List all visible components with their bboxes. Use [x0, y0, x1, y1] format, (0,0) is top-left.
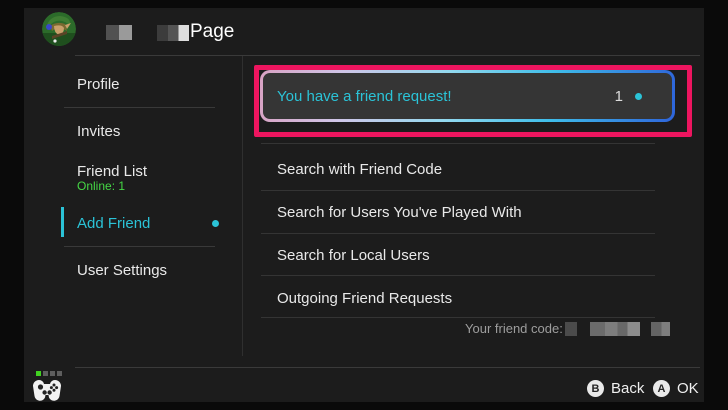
friend-code-row: Your friend code:: [465, 319, 670, 337]
menu-item-outgoing-requests[interactable]: Outgoing Friend Requests: [277, 290, 452, 307]
menu-divider: [261, 233, 655, 234]
sidebar-main-divider: [242, 56, 243, 356]
controller-player-slots: [36, 371, 62, 376]
profile-avatar[interactable]: [42, 12, 76, 46]
ok-button-label: OK: [677, 380, 699, 397]
a-button-icon: A: [653, 380, 670, 397]
friend-request-notification[interactable]: You have a friend request! 1: [260, 70, 675, 122]
sidebar-selection-bar: [61, 207, 64, 237]
friend-request-inner: You have a friend request! 1: [263, 73, 672, 119]
player-slot-1-active: [36, 371, 41, 376]
sidebar-item-add-friend[interactable]: Add Friend: [77, 215, 150, 232]
sidebar-item-user-settings[interactable]: User Settings: [77, 262, 167, 279]
redacted-username-block-2: [157, 25, 189, 41]
sidebar-item-profile[interactable]: Profile: [77, 76, 120, 93]
controller-icon: [32, 379, 62, 409]
menu-divider: [261, 317, 655, 318]
sidebar-item-invites[interactable]: Invites: [77, 123, 120, 140]
header-divider: [75, 55, 700, 56]
menu-divider: [261, 143, 655, 144]
friend-list-online-count: Online: 1: [77, 179, 125, 193]
footer-divider: [75, 367, 700, 368]
page-title: Page: [190, 21, 234, 43]
friend-request-label: You have a friend request!: [277, 88, 615, 105]
add-friend-notification-dot: [212, 220, 219, 227]
back-button-label: Back: [611, 380, 644, 397]
menu-item-search-friend-code[interactable]: Search with Friend Code: [277, 161, 442, 178]
menu-divider: [261, 275, 655, 276]
player-slot-2: [43, 371, 48, 376]
player-slot-4: [57, 371, 62, 376]
menu-divider: [261, 190, 655, 191]
sidebar-item-friend-list[interactable]: Friend List: [77, 163, 147, 180]
menu-item-search-played-with[interactable]: Search for Users You've Played With: [277, 204, 522, 221]
redacted-friend-code-block-1: [565, 322, 577, 336]
b-button-icon: B: [587, 380, 604, 397]
sidebar-divider-2: [64, 246, 215, 247]
friend-request-dot: [635, 93, 642, 100]
ok-button[interactable]: A OK: [653, 380, 699, 397]
switch-friends-screen: Page Profile Invites Friend List Online:…: [0, 0, 728, 410]
menu-item-search-local-users[interactable]: Search for Local Users: [277, 247, 430, 264]
redacted-friend-code-block-2: [590, 322, 640, 336]
redacted-username-block-1: [106, 25, 132, 40]
player-slot-3: [50, 371, 55, 376]
friend-request-count: 1: [615, 88, 623, 105]
back-button[interactable]: B Back: [587, 380, 644, 397]
sidebar-divider-1: [64, 107, 215, 108]
friend-code-label: Your friend code:: [465, 321, 563, 336]
link-avatar-image: [42, 12, 76, 46]
redacted-friend-code-block-3: [651, 322, 670, 336]
